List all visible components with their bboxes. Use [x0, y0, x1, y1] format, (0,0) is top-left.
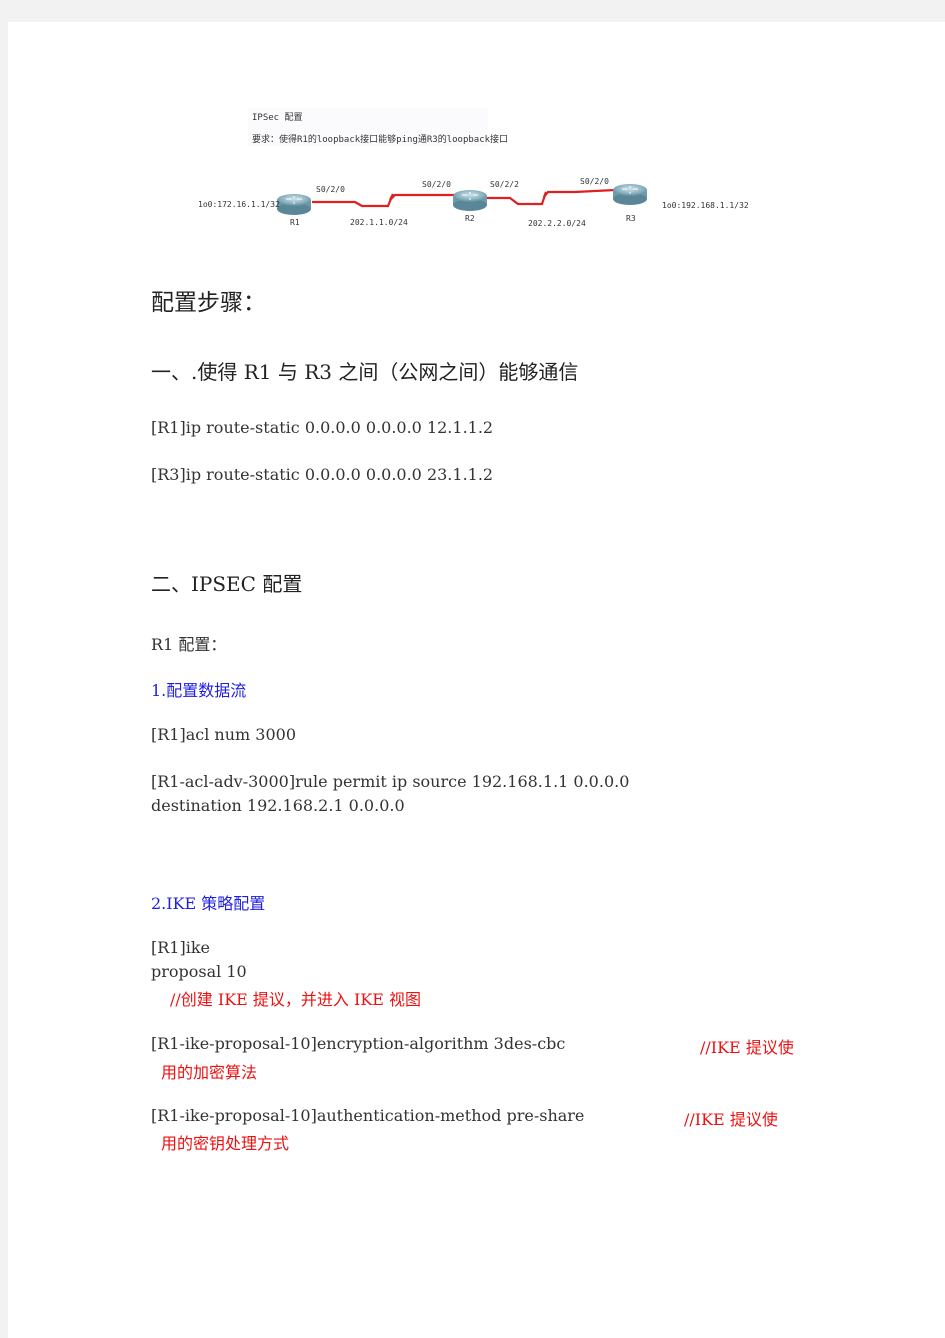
comment: 用的密钥处理方式 [161, 1134, 290, 1153]
router-r3-icon [613, 184, 647, 205]
step-1-title: 1.配置数据流 [151, 681, 247, 700]
comment: 用的加密算法 [161, 1063, 258, 1082]
r2-name-label: R2 [465, 214, 475, 223]
code-line: [R1-ike-proposal-10]encryption-algorithm… [151, 1034, 566, 1053]
code-line: proposal 10 [151, 962, 247, 981]
router-r2-icon [453, 190, 487, 211]
page-heading: 配置步骤： [151, 290, 266, 316]
topology-svg [277, 184, 647, 215]
code-line: [R1]ip route-static 0.0.0.0 0.0.0.0 12.1… [151, 418, 494, 437]
network-diagram: IPSec 配置 要求：使得R1的loopback接口能够ping通R3的loo… [190, 100, 760, 235]
section-2-title: 二、IPSEC 配置 [151, 572, 303, 596]
r1-loopback-label: 1o0:172.16.1.1/32 [198, 200, 280, 209]
r1-config-label: R1 配置： [151, 635, 227, 654]
serial-link-r2-r3 [482, 188, 616, 206]
r1-interface-label: S0/2/0 [316, 185, 345, 194]
code-line: [R1]ike [151, 938, 210, 957]
code-line: [R1-acl-adv-3000]rule permit ip source 1… [151, 772, 630, 791]
comment: //IKE 提议使 [700, 1038, 794, 1057]
serial-link-r1-r2 [312, 193, 458, 208]
r1-name-label: R1 [290, 218, 300, 227]
r2-left-interface-label: S0/2/0 [422, 180, 451, 189]
network-2-label: 202.2.2.0/24 [528, 219, 586, 228]
r3-name-label: R3 [626, 214, 636, 223]
code-line: [R1-ike-proposal-10]authentication-metho… [151, 1106, 585, 1125]
step-2-title: 2.IKE 策略配置 [151, 894, 266, 913]
code-line: destination 192.168.2.1 0.0.0.0 [151, 796, 405, 815]
code-line: [R3]ip route-static 0.0.0.0 0.0.0.0 23.1… [151, 465, 494, 484]
r3-interface-label: S0/2/0 [580, 177, 609, 186]
router-r1-icon [277, 194, 311, 215]
section-1-title: 一、.使得 R1 与 R3 之间（公网之间）能够通信 [151, 360, 579, 384]
comment: //IKE 提议使 [684, 1110, 778, 1129]
code-line: [R1]acl num 3000 [151, 725, 296, 744]
comment: //创建 IKE 提议，并进入 IKE 视图 [170, 990, 422, 1009]
r2-right-interface-label: S0/2/2 [490, 180, 519, 189]
network-1-label: 202.1.1.0/24 [350, 218, 408, 227]
r3-loopback-label: 1o0:192.168.1.1/32 [662, 201, 749, 210]
